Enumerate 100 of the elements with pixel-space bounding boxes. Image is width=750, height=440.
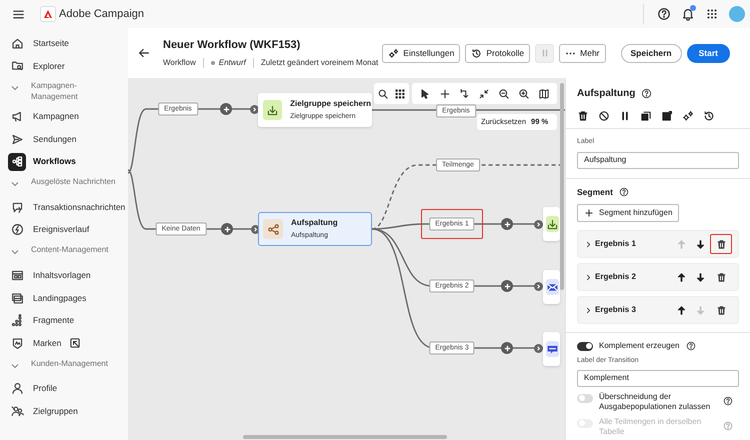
- sidebar-item[interactable]: Ereignisverlauf: [0, 218, 128, 242]
- add-activity-button[interactable]: [501, 342, 513, 354]
- bell-icon: [681, 7, 695, 21]
- save-button[interactable]: Speichern: [620, 44, 682, 62]
- envelope-icon: [546, 280, 559, 294]
- scrollbar[interactable]: [243, 435, 447, 439]
- map-tool[interactable]: [538, 88, 550, 100]
- activity-node[interactable]: [543, 207, 560, 241]
- move-up-button[interactable]: [676, 304, 687, 316]
- connector-tool[interactable]: [458, 88, 471, 100]
- label-input[interactable]: Aufspaltung: [577, 152, 739, 168]
- add-activity-button[interactable]: [220, 103, 232, 115]
- search-icon: [377, 88, 389, 100]
- sidebar-item[interactable]: Zielgruppen: [0, 400, 128, 423]
- toggle-label: Überschneidung der Ausgabepopulationen zulassen: [599, 392, 712, 412]
- sidebar-item[interactable]: Startseite: [0, 32, 128, 55]
- sidebar-item[interactable]: Fragmente: [0, 309, 128, 332]
- last-modified: Zuletzt geändert voreinem Monat: [260, 57, 378, 70]
- section-heading: Kunden-Management: [31, 358, 109, 369]
- zoom-out-tool[interactable]: [498, 88, 510, 100]
- toolbar-button[interactable]: Protokolle: [465, 44, 530, 62]
- section-heading: Ausgelöste Nachrichten: [31, 176, 116, 187]
- add-activity-button[interactable]: [501, 280, 513, 292]
- segment-row[interactable]: Ergebnis 1: [577, 230, 739, 258]
- workflow-status: Entwurf: [218, 57, 246, 70]
- grid-button[interactable]: [394, 88, 406, 100]
- arrow-up-icon: [676, 304, 687, 316]
- sidebar-item[interactable]: Inhaltsvorlagen: [0, 264, 128, 287]
- toolbar-button[interactable]: Einstellungen: [382, 44, 460, 62]
- delete-button[interactable]: [710, 234, 732, 254]
- sidebar-item[interactable]: Sendungen: [0, 128, 128, 150]
- add-activity-button[interactable]: [501, 218, 513, 230]
- logo-icon: [40, 6, 56, 22]
- gear-icon: [682, 110, 694, 122]
- history-button[interactable]: [703, 110, 715, 122]
- sidebar-item[interactable]: Transaktionsnachrichten: [0, 196, 128, 219]
- map-icon: [538, 88, 550, 100]
- delete-button[interactable]: [577, 110, 589, 122]
- node-title: Zielgruppe speichern: [290, 98, 371, 110]
- sidebar-item[interactable]: Landingpages: [0, 286, 128, 310]
- copy-icon: [640, 110, 652, 122]
- block-button[interactable]: [598, 110, 610, 122]
- collapse-tool[interactable]: [478, 88, 490, 100]
- zoom-in-tool[interactable]: [518, 88, 530, 100]
- pages-icon: [10, 292, 24, 305]
- move-down-button[interactable]: [695, 272, 706, 283]
- segment-row[interactable]: Ergebnis 3: [577, 296, 739, 324]
- help-icon: [657, 7, 671, 21]
- add-activity-button[interactable]: [221, 223, 233, 235]
- pause-button[interactable]: [619, 110, 631, 122]
- help-icon: [618, 186, 629, 197]
- move-up-button[interactable]: [676, 272, 687, 283]
- sidebar-item[interactable]: Workflows: [0, 150, 128, 173]
- help-icon: [723, 396, 733, 406]
- add-segment-button[interactable]: Segment hinzufügen: [577, 204, 680, 222]
- segment-row[interactable]: Ergebnis 2: [577, 263, 739, 292]
- arrow-down-icon: [695, 272, 706, 283]
- plus-tool[interactable]: [438, 88, 451, 100]
- segment-name: Ergebnis 2: [595, 271, 636, 284]
- activity-node[interactable]: [543, 332, 560, 366]
- toolbar-button[interactable]: Mehr: [559, 44, 606, 62]
- section-heading: Segment: [577, 186, 613, 198]
- gear-button[interactable]: [682, 110, 694, 122]
- scrollbar[interactable]: [560, 83, 564, 290]
- pointer-tool[interactable]: [418, 88, 431, 100]
- toggle-switch[interactable]: [577, 394, 593, 403]
- arrow-down-icon: [695, 238, 706, 250]
- activity-node[interactable]: [543, 270, 560, 304]
- sidebar-item[interactable]: Explorer: [0, 54, 128, 78]
- workflow-title: Neuer Workflow (WKF153): [163, 38, 302, 53]
- move-down-button[interactable]: [695, 238, 706, 250]
- grid-icon: [394, 88, 406, 100]
- block-icon: [598, 110, 610, 122]
- sidebar-item[interactable]: Profile: [0, 378, 128, 400]
- sidebar-item[interactable]: Marken: [0, 332, 128, 355]
- collapse-icon: [478, 88, 490, 100]
- help-icon: [641, 88, 652, 99]
- plus-icon: [438, 88, 451, 100]
- node-title: Aufspaltung: [291, 216, 338, 229]
- help-icon: [686, 341, 696, 352]
- share-nodes-icon: [266, 222, 280, 236]
- home-icon: [10, 36, 24, 50]
- start-button[interactable]: Start: [686, 44, 730, 62]
- sidebar-item[interactable]: Kampagnen: [0, 105, 128, 128]
- section-heading: Content-Management: [31, 244, 110, 256]
- export-icon: [661, 110, 673, 122]
- trash-icon: [716, 272, 726, 283]
- download-icon: [266, 104, 280, 116]
- export-button[interactable]: [661, 110, 673, 122]
- input-port-icon: [534, 282, 543, 290]
- apps-grid-icon: [705, 7, 719, 21]
- copy-button[interactable]: [640, 110, 652, 122]
- toggle-switch[interactable]: [577, 342, 593, 351]
- search-button[interactable]: [377, 88, 389, 100]
- transition-label-input[interactable]: Komplement: [577, 370, 739, 387]
- delete-icon: [577, 110, 589, 122]
- input-port-icon: [534, 344, 543, 352]
- zoom-in-icon: [518, 88, 530, 100]
- chevron-icon: [584, 306, 593, 315]
- toggle-label: Komplement erzeugen: [599, 340, 680, 352]
